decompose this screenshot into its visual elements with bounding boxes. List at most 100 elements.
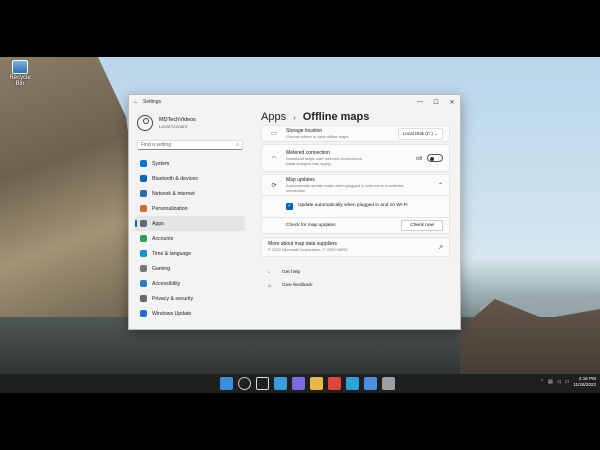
start-icon[interactable] (220, 377, 233, 390)
sidebar-item-accessibility[interactable]: Accessibility (135, 276, 245, 291)
chat-icon[interactable] (292, 377, 305, 390)
minimize-button[interactable]: — (412, 99, 428, 105)
search-placeholder: Find a setting (141, 142, 172, 148)
metered-toggle-state: Off (415, 155, 422, 161)
gaming-icon (140, 265, 147, 272)
sidebar-item-windows-update[interactable]: Windows Update (135, 306, 245, 321)
storage-location-value: Local Disk (C:) (402, 130, 433, 136)
check-updates-row: Check for map updates Check now (261, 218, 450, 234)
metered-connection-toggle[interactable] (427, 154, 443, 162)
sidebar-item-label: Personalization (152, 205, 188, 212)
system-tray: ⌃ ▤ ◁ ▭ 4:16 PM 11/26/2022 (540, 376, 596, 388)
desktop-icon-label: Recycle Bin (9, 75, 31, 87)
search-icon[interactable] (238, 377, 251, 390)
desktop-wallpaper-cliff (0, 57, 140, 357)
search-icon: ⌕ (236, 142, 239, 148)
sidebar-item-accounts[interactable]: Accounts (135, 231, 245, 246)
network-icon (140, 190, 147, 197)
check-now-button[interactable]: Check now (401, 220, 443, 231)
close-button[interactable]: ✕ (444, 99, 460, 106)
metered-connection-desc: Download maps over metered connections (… (286, 155, 362, 166)
map-suppliers-card[interactable]: More about map data suppliers © 2022 Mic… (261, 237, 450, 257)
auto-update-row: ✓ Update automatically when plugged in a… (261, 196, 450, 218)
sidebar-item-label: Privacy & security (152, 295, 194, 302)
clock[interactable]: 4:16 PM 11/26/2022 (573, 376, 596, 388)
auto-update-checkbox[interactable]: ✓ (286, 203, 293, 210)
metered-connection-title: Metered connection (286, 149, 330, 156)
sidebar-item-network[interactable]: Network & internet (135, 186, 245, 201)
sidebar-item-personalization[interactable]: Personalization (135, 201, 245, 216)
refresh-icon: ⟳ (271, 182, 277, 189)
search-input[interactable]: Find a setting ⌕ (137, 140, 243, 150)
title-bar: ← Settings — ☐ ✕ (129, 95, 460, 109)
time-language-icon (140, 250, 147, 257)
windows-update-icon (140, 310, 147, 317)
storage-location-dropdown[interactable]: Local Disk (C:) ⌄ (397, 127, 443, 140)
auto-update-label: Update automatically when plugged in and… (298, 203, 408, 209)
chrome-icon[interactable] (328, 377, 341, 390)
settings-icon[interactable] (382, 377, 395, 390)
chevron-up-icon[interactable]: ⌃ (438, 182, 443, 189)
taskbar: ⌃ ▤ ◁ ▭ 4:16 PM 11/26/2022 (0, 374, 600, 393)
desktop-icon-recycle-bin[interactable]: Recycle Bin (5, 60, 35, 87)
breadcrumb-parent[interactable]: Apps (261, 111, 286, 123)
give-feedback-label: Give feedback (282, 283, 313, 288)
wifi-icon: ◠ (271, 155, 277, 162)
window-title: Settings (143, 99, 162, 105)
sidebar-item-system[interactable]: System (135, 156, 245, 171)
sidebar-item-label: Accessibility (152, 280, 181, 287)
apps-icon (140, 220, 147, 227)
help-icon: ◔ (267, 269, 271, 276)
sidebar-item-bluetooth[interactable]: Bluetooth & devices (135, 171, 245, 186)
sidebar-item-label: Network & internet (152, 190, 195, 197)
store-icon[interactable] (364, 377, 377, 390)
check-updates-label: Check for map updates (286, 223, 336, 228)
map-updates-desc: Automatically update maps when plugged i… (286, 182, 404, 193)
sidebar-nav: System Bluetooth & devices Network & int… (129, 156, 251, 321)
sidebar-item-label: Windows Update (152, 310, 192, 317)
profile-account-type: Local Account (159, 124, 188, 129)
storage-location-desc: Choose where to save offline maps (286, 133, 349, 139)
sidebar-item-gaming[interactable]: Gaming (135, 261, 245, 276)
get-help-label: Get help (282, 270, 301, 275)
feedback-icon: ☺ (267, 282, 273, 289)
give-feedback-link[interactable]: ☺ Give feedback (261, 279, 450, 292)
page-title: Offline maps (302, 111, 370, 123)
battery-icon[interactable]: ▭ (565, 379, 570, 385)
clock-date: 11/26/2022 (573, 381, 596, 387)
chevron-up-icon[interactable]: ⌃ (540, 379, 544, 385)
sidebar-item-privacy-security[interactable]: Privacy & security (135, 291, 245, 306)
sidebar-item-label: Bluetooth & devices (152, 175, 198, 182)
chevron-right-icon: › (293, 112, 296, 122)
widgets-icon[interactable] (274, 377, 287, 390)
get-help-link[interactable]: ◔ Get help (261, 266, 450, 279)
explorer-icon[interactable] (310, 377, 323, 390)
recycle-bin-icon (12, 60, 28, 74)
map-updates-card[interactable]: ⟳ Map updates Automatically update maps … (261, 174, 450, 196)
taskview-icon[interactable] (256, 377, 269, 390)
storage-location-title: Storage location (286, 127, 323, 134)
sidebar-item-label: System (152, 160, 170, 167)
map-suppliers-desc: © 2022 Microsoft Corporation, © 2020 HER… (268, 247, 348, 253)
settings-content: Apps › Offline maps ▭ Storage location C… (251, 109, 460, 329)
profile-name: MDTechVideos (159, 117, 196, 123)
sidebar-item-time-language[interactable]: Time & language (135, 246, 245, 261)
back-arrow-icon[interactable]: ← (129, 99, 143, 105)
storage-location-card: ▭ Storage location Choose where to save … (261, 125, 450, 142)
metered-connection-card: ◠ Metered connection Download maps over … (261, 144, 450, 172)
network-icon[interactable]: ▤ (548, 379, 553, 385)
privacy-shield-icon (140, 295, 147, 302)
taskbar-icons (220, 377, 400, 390)
bluetooth-icon (140, 175, 147, 182)
user-profile[interactable]: MDTechVideos Local Account (129, 109, 251, 137)
accounts-icon (140, 235, 147, 242)
volume-icon[interactable]: ◁ (557, 379, 561, 385)
folder-icon: ▭ (271, 131, 277, 137)
maximize-button[interactable]: ☐ (428, 99, 444, 106)
desktop: Recycle Bin ← Settings — ☐ ✕ MDTechVideo… (0, 57, 600, 393)
map-updates-title: Map updates (286, 176, 315, 183)
sidebar-item-label: Gaming (152, 265, 171, 272)
sidebar-item-apps[interactable]: Apps (135, 216, 245, 231)
external-link-icon: ↗ (437, 244, 443, 251)
edge-icon[interactable] (346, 377, 359, 390)
